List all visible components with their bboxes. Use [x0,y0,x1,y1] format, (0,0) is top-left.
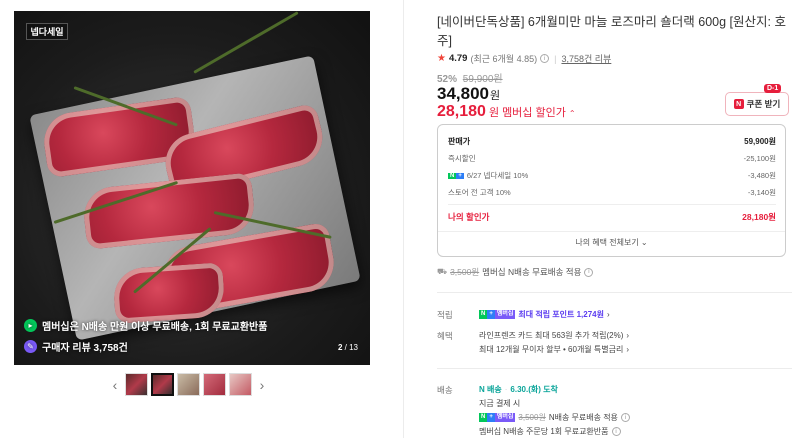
thumbnail-1[interactable] [125,373,148,396]
delivery-separator: · [504,385,508,394]
free-return-line: 멤버십 N배송 주문당 1회 무료교환반품 i [479,426,621,437]
naver-plus-membership-badge-icon: N + 멤버십 [479,413,516,422]
delivery-section-label: 배송 [437,385,453,395]
member-price-label: 멤버십 할인가 [502,107,566,119]
price-row-value: -3,140원 [747,188,776,197]
review-count-overlay[interactable]: ✎ 구매자 리뷰 3,758건 [24,339,128,354]
coupon-label: 쿠폰 받기 [746,99,781,109]
card-benefit-text: 라인프렌즈 카드 최대 563원 추가 적립(2%) [479,331,624,340]
total-label: 나의 할인가 [448,212,490,222]
product-main-image[interactable]: 넵다세일 ▸ 멤버십은 N배송 만원 이상 무료배송, 1회 무료교환반품 ✎ … [14,11,370,365]
delivery-condition-text: 지금 결제 시 [479,399,521,408]
price-row: N + 6/27 넵다세일 10% -3,480원 [448,170,776,181]
price-row-value: 59,900원 [744,137,776,146]
arrival-date: 6.30.(화) 도착 [510,385,558,394]
my-discount-price-row: 나의 할인가 28,180원 [448,211,776,223]
installment-text: 최대 12개월 무이자 할부 • 60개월 특별금리 [479,345,624,354]
member-price-value: 28,180 [437,103,486,120]
dday-badge: D-1 [764,84,782,93]
column-divider [403,0,404,438]
chevron-up-icon: ⌃ [568,109,576,118]
free-shipping-line: ⛟ 3,500원 멤버십 N배송 무료배송 적용 i [437,266,594,278]
price-row: 스토어 전 고객 10% -3,140원 [448,187,776,198]
price-row-label: 6/27 넵다세일 10% [466,171,529,180]
price-row-value: -25,100원 [743,154,776,163]
store-logo-badge: 넵다세일 [26,23,68,40]
shipping-original-fee: 3,500원 [450,267,480,277]
card-benefit-link[interactable]: 라인프렌즈 카드 최대 563원 추가 적립(2%) › [479,330,629,341]
info-icon[interactable]: i [620,413,630,422]
review-count-link[interactable]: 3,758건 리뷰 [561,52,611,65]
image-page-counter: 2 / 13 [338,343,358,352]
discount-line: 52% 59,900원 [437,70,503,85]
price-row-label: 즉시할인 [448,154,476,163]
member-price-unit: 원 [488,107,500,119]
n-delivery-badge: N 배송 [479,385,502,394]
total-value: 28,180원 [742,212,776,222]
chevron-right-icon: › [626,345,630,354]
page-total: / 13 [344,343,358,352]
chevron-right-icon: › [626,331,630,340]
rating-separator: | [554,53,557,64]
info-icon[interactable]: i [584,267,594,277]
points-text: 최대 적립 포인트 1,274원 [518,310,604,319]
price-breakdown-box: 판매가 59,900원 즉시할인 -25,100원 N + 6/27 넵다세일 1… [437,124,786,257]
info-icon[interactable]: i [540,54,550,63]
price-value: 34,800 [437,84,489,103]
chevron-left-icon[interactable]: ‹ [108,374,122,396]
delivery-arrival: N 배송 · 6.30.(화) 도착 [479,384,558,395]
shipping-notice-text: 멤버십은 N배송 만원 이상 무료배송, 1회 무료교환반품 [42,322,268,333]
price-row: 즉시할인 -25,100원 [448,153,776,164]
points-section-label: 적립 [437,310,453,320]
section-divider [437,292,792,293]
price-row: 판매가 59,900원 [448,136,776,147]
price-box-divider [448,204,776,205]
info-icon[interactable]: i [611,427,621,436]
shipping-notice-overlay: ▸ 멤버십은 N배송 만원 이상 무료배송, 1회 무료교환반품 [24,318,267,333]
truck-icon: ▸ [24,319,37,332]
product-title: [네이버단독상품] 6개월미만 마늘 로즈마리 숄더랙 600g [원산지: 호… [437,15,786,48]
price-row-label: 스토어 전 고객 10% [448,188,511,197]
thumbnail-4[interactable] [203,373,226,396]
thumbnail-3[interactable] [177,373,200,396]
price-row-label-wrap: N + 6/27 넵다세일 10% [448,170,528,181]
thumbnail-strip: ‹ › [108,373,269,396]
price-row-value: -3,480원 [747,171,776,180]
delivery-free-text: N배송 무료배송 적용 [548,413,618,422]
price-box-bottom-divider [438,231,785,232]
rating-recent: (최근 6개월 4.85) [470,54,538,64]
free-shipping-text: 멤버십 N배송 무료배송 적용 [482,267,582,277]
price-row-label: 판매가 [448,137,471,146]
naver-n-icon: N [733,99,744,109]
thumbnail-5[interactable] [229,373,252,396]
delivery-free-line: N + 멤버십 3,500원 N배송 무료배송 적용 i [479,412,630,423]
chevron-right-icon: › [607,310,610,319]
delivery-original-fee: 3,500원 [518,413,546,422]
benefits-section-label: 혜택 [437,331,453,341]
page-current: 2 [337,343,343,352]
thumbnail-2[interactable] [151,373,174,396]
free-return-text: 멤버십 N배송 주문당 1회 무료교환반품 [479,427,609,436]
installment-benefit-link[interactable]: 최대 12개월 무이자 할부 • 60개월 특별금리 › [479,344,629,355]
points-link[interactable]: N + 멤버십 최대 적립 포인트 1,274원 › [479,309,610,320]
rating-score: 4.79 [448,53,468,64]
rating-summary: ★ 4.79 (최근 6개월 4.85) i | 3,758건 리뷰 [437,52,611,65]
view-all-benefits-button[interactable]: 나의 혜택 전체보기 ⌄ [438,237,785,248]
truck-icon: ⛟ [437,267,448,276]
delivery-condition: 지금 결제 시 [479,398,520,409]
sale-price: 34,800 원 [437,84,500,104]
coupon-download-button[interactable]: N 쿠폰 받기 [725,92,789,116]
review-count-overlay-text: 구매자 리뷰 3,758건 [42,343,128,354]
star-icon: ★ [437,53,446,64]
chevron-right-icon[interactable]: › [255,374,269,396]
naver-plus-badge-icon: N + [448,172,464,179]
naver-plus-points-badge-icon: N + 멤버십 [479,310,516,319]
review-icon: ✎ [24,340,37,353]
price-unit: 원 [490,90,501,102]
member-price-toggle[interactable]: 28,180 원 멤버십 할인가 ⌃ [437,103,576,121]
section-divider [437,368,792,369]
